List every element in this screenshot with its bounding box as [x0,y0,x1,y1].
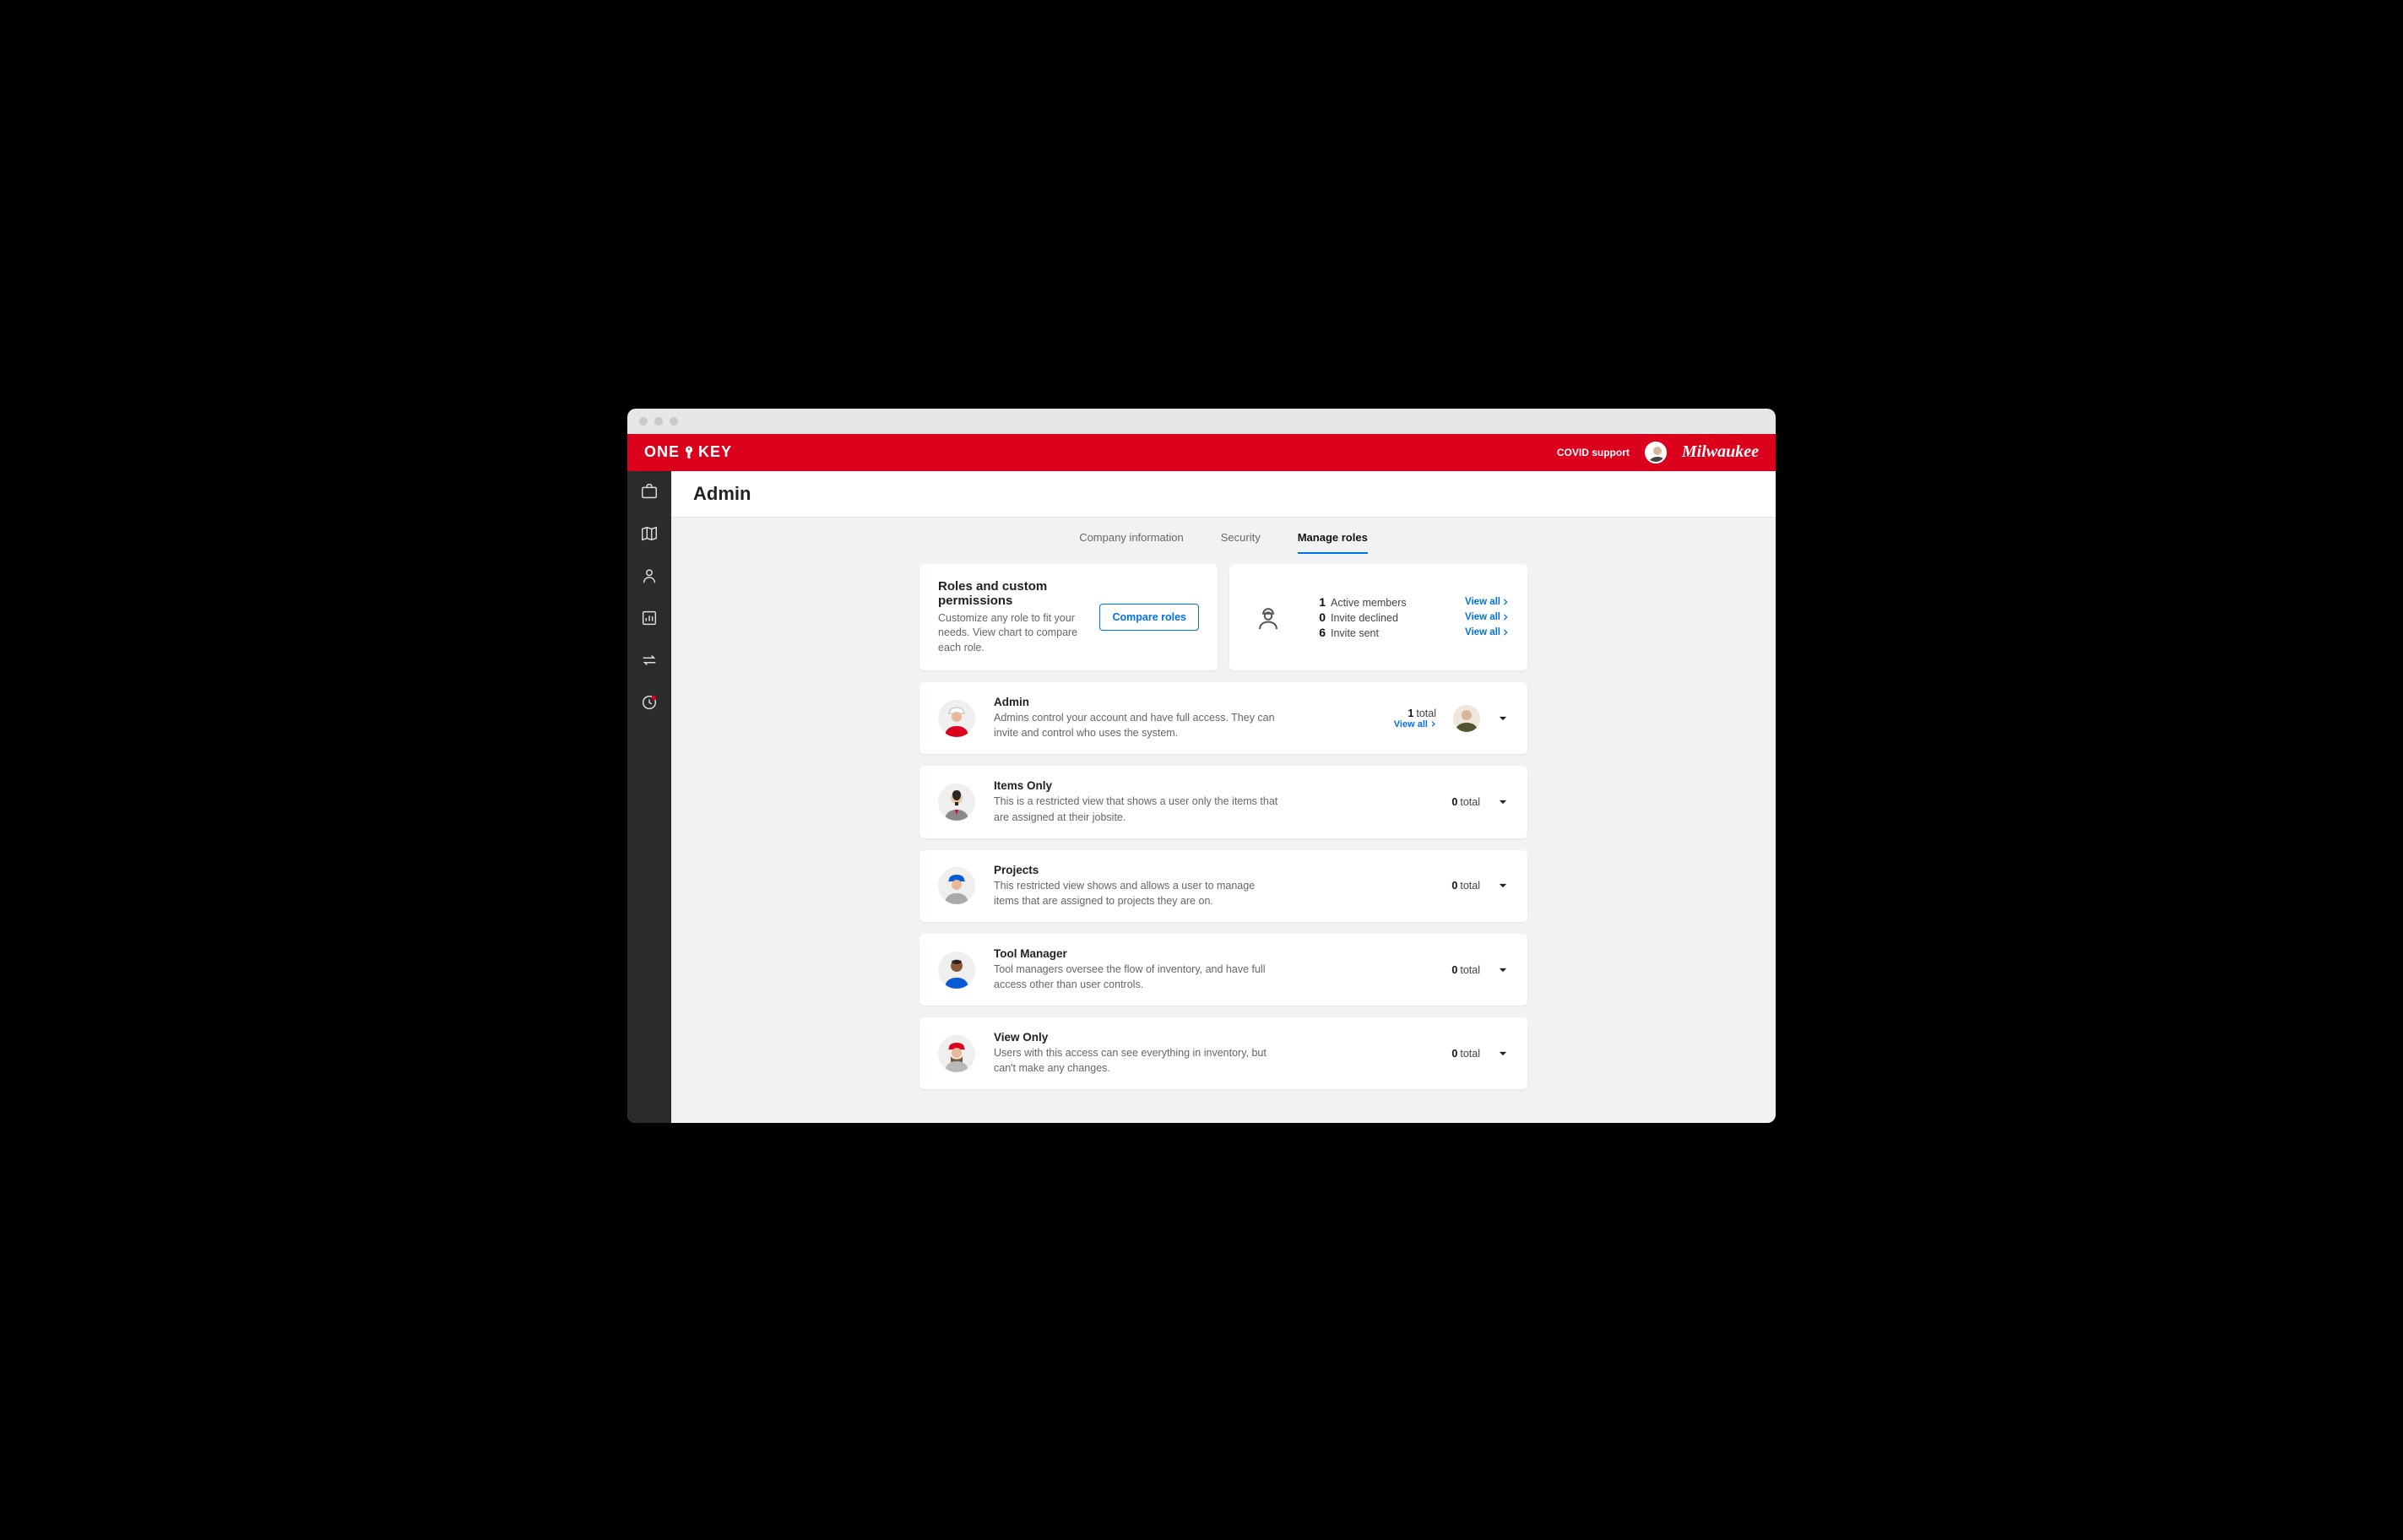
role-desc: Admins control your account and have ful… [994,710,1281,740]
briefcase-icon[interactable] [639,481,659,502]
role-body: Tool Manager Tool managers oversee the f… [994,947,1433,992]
brand-left: ONE [644,443,680,461]
chevron-down-icon[interactable] [1497,880,1509,892]
reports-icon[interactable] [639,608,659,628]
window-dot-maximize[interactable] [670,417,678,426]
role-card-admin[interactable]: Admin Admins control your account and ha… [919,682,1527,754]
sidebar [627,471,671,1124]
person-icon[interactable] [639,566,659,586]
brand-area[interactable]: ONE KEY [644,443,732,461]
roles-permissions-text: Roles and custom permissions Customize a… [938,579,1086,656]
window-dot-close[interactable] [639,417,648,426]
tab-company-information[interactable]: Company information [1079,531,1184,554]
role-desc: This is a restricted view that shows a u… [994,794,1281,824]
role-body: Items Only This is a restricted view tha… [994,779,1433,824]
member-avatar[interactable] [1453,705,1480,732]
roles-permissions-subtext: Customize any role to fit your needs. Vi… [938,611,1086,656]
role-total: 0total [1451,964,1480,976]
compare-roles-button[interactable]: Compare roles [1099,604,1199,631]
topbar-right: COVID support Milwaukee [1557,442,1759,464]
role-right: 0total [1451,964,1509,976]
role-body: View Only Users with this access can see… [994,1031,1433,1076]
role-right: 1total View all [1394,705,1509,732]
role-avatar-icon [938,1035,975,1072]
role-right: 0total [1451,880,1509,892]
app-window: ONE KEY COVID support Milwaukee [627,434,1776,1124]
role-right: 0total [1451,1048,1509,1060]
roles-permissions-heading: Roles and custom permissions [938,579,1086,608]
shell: Admin Company information Security Manag… [627,471,1776,1124]
role-total: 0total [1451,880,1480,892]
role-desc: This restricted view shows and allows a … [994,878,1281,908]
tabs: Company information Security Manage role… [671,518,1776,554]
user-avatar[interactable] [1645,442,1667,464]
role-body: Projects This restricted view shows and … [994,864,1433,908]
chevron-down-icon[interactable] [1497,1048,1509,1060]
role-title: Admin [994,696,1375,708]
role-desc: Users with this access can see everythin… [994,1045,1281,1076]
role-total: 0total [1451,796,1480,808]
chevron-down-icon[interactable] [1497,713,1509,724]
transfer-icon[interactable] [639,650,659,670]
brand-right: KEY [698,443,732,461]
member-stats-card: 1 Active members View all 0 Invite decli… [1229,564,1527,671]
tab-manage-roles[interactable]: Manage roles [1298,531,1368,554]
stat-count: 6 [1314,626,1326,639]
stat-count: 0 [1314,610,1326,624]
key-icon [681,445,697,460]
role-title: Items Only [994,779,1433,792]
view-all-link[interactable]: View all [1465,597,1509,607]
chevron-down-icon[interactable] [1497,964,1509,976]
covid-support-link[interactable]: COVID support [1557,447,1630,458]
stat-lines: 1 Active members View all 0 Invite decli… [1314,595,1509,639]
role-body: Admin Admins control your account and ha… [994,696,1375,740]
role-avatar-icon [938,700,975,737]
stat-active-members: 1 Active members View all [1314,595,1509,609]
main-area: Admin Company information Security Manag… [671,471,1776,1124]
content-column: Roles and custom permissions Customize a… [919,554,1527,1124]
window-dot-minimize[interactable] [654,417,663,426]
role-avatar-icon [938,784,975,821]
stat-label: Active members [1331,597,1407,609]
stat-count: 1 [1314,595,1326,609]
topbar: ONE KEY COVID support Milwaukee [627,434,1776,471]
brand-logo: ONE KEY [644,443,732,461]
stat-label: Invite sent [1331,627,1379,639]
map-pin-icon[interactable] [639,523,659,544]
stat-invite-sent: 6 Invite sent View all [1314,626,1509,639]
browser-chrome [627,409,1776,434]
role-avatar-icon [938,867,975,904]
page-title: Admin [693,483,1754,505]
view-all-link[interactable]: View all [1465,612,1509,622]
role-total: 1total View all [1394,708,1436,729]
partner-brand-logo[interactable]: Milwaukee [1682,442,1759,462]
page-header: Admin [671,471,1776,518]
role-title: Tool Manager [994,947,1433,960]
stat-invite-declined: 0 Invite declined View all [1314,610,1509,624]
role-view-all-link[interactable]: View all [1394,719,1436,729]
role-title: Projects [994,864,1433,876]
tab-security[interactable]: Security [1221,531,1261,554]
role-card-projects[interactable]: Projects This restricted view shows and … [919,850,1527,922]
roles-permissions-card: Roles and custom permissions Customize a… [919,564,1218,671]
device-frame: ONE KEY COVID support Milwaukee [610,392,1793,1149]
role-card-tool-manager[interactable]: Tool Manager Tool managers oversee the f… [919,934,1527,1006]
role-card-view-only[interactable]: View Only Users with this access can see… [919,1017,1527,1089]
role-avatar-icon [938,952,975,989]
stat-label: Invite declined [1331,612,1398,624]
role-right: 0total [1451,796,1509,808]
view-all-link[interactable]: View all [1465,627,1509,637]
worker-icon [1248,603,1288,632]
alert-clock-icon[interactable] [639,692,659,713]
summary-row: Roles and custom permissions Customize a… [919,564,1527,671]
chevron-down-icon[interactable] [1497,796,1509,808]
role-title: View Only [994,1031,1433,1044]
role-card-items-only[interactable]: Items Only This is a restricted view tha… [919,766,1527,838]
role-total: 0total [1451,1048,1480,1060]
role-desc: Tool managers oversee the flow of invent… [994,962,1281,992]
